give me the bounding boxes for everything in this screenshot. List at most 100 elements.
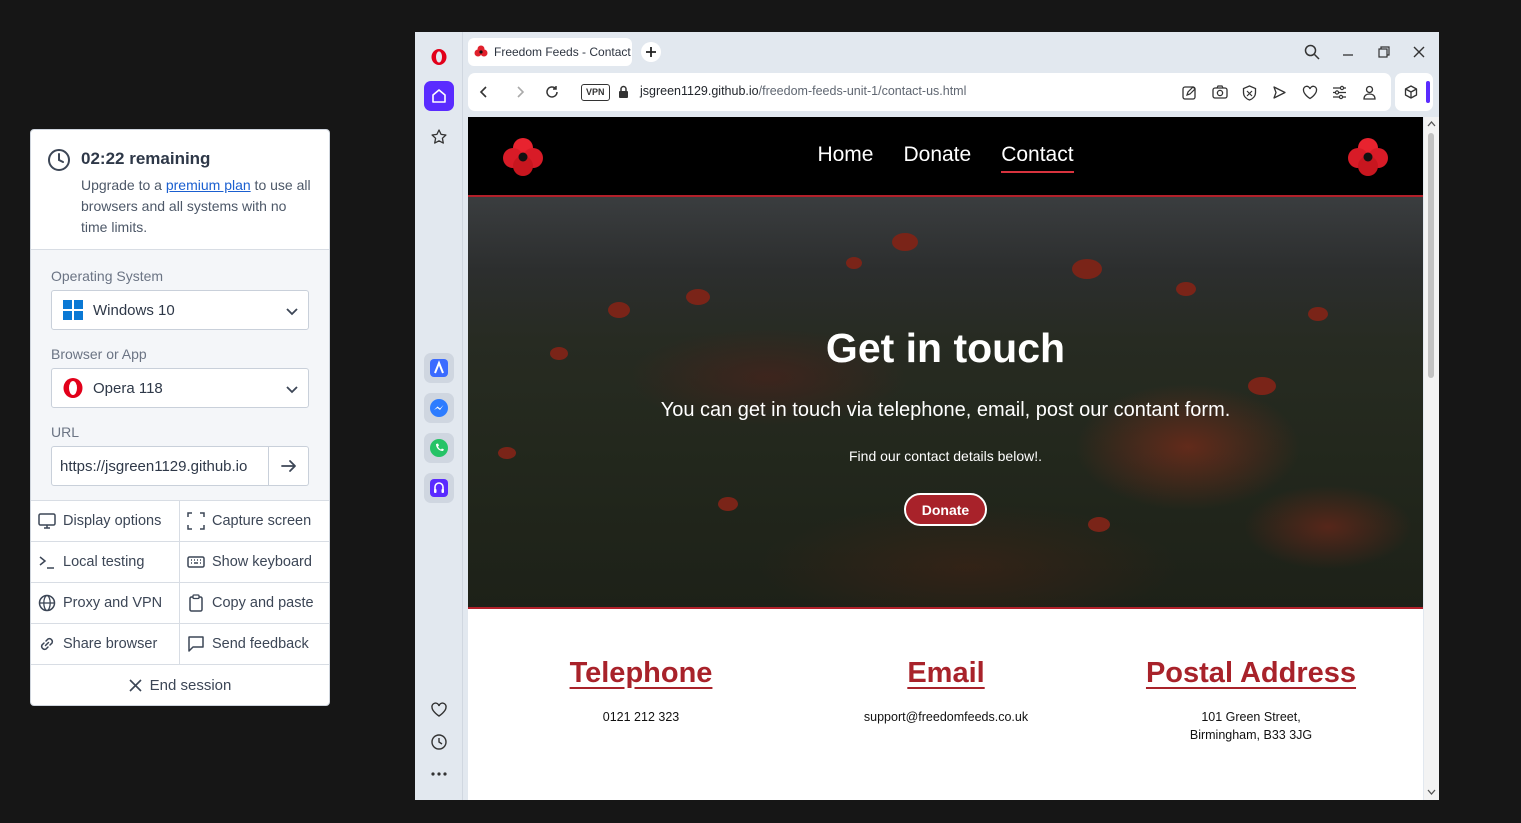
hero-small-text: Find our contact details below!.: [849, 448, 1042, 464]
url-host: jsgreen1129.github.io: [640, 84, 759, 98]
close-window-icon[interactable]: [1409, 42, 1429, 62]
os-select[interactable]: Windows 10: [51, 290, 309, 330]
go-button[interactable]: [269, 446, 309, 486]
capture-screen-label: Capture screen: [212, 513, 312, 529]
address-column: Postal Address 101 Green Street, Birmingh…: [1101, 657, 1401, 744]
end-session-button[interactable]: End session: [31, 665, 329, 705]
send-feedback-button[interactable]: Send feedback: [180, 624, 329, 665]
extensions-box: [1395, 73, 1433, 111]
proxy-vpn-button[interactable]: Proxy and VPN: [31, 583, 180, 624]
adblock-icon[interactable]: [1240, 83, 1259, 102]
new-tab-button[interactable]: [641, 42, 661, 62]
site-nav-links: Home Donate Contact: [468, 143, 1423, 173]
poppy-decoration: [718, 497, 738, 511]
os-label: Operating System: [51, 268, 164, 284]
tab-title: Freedom Feeds - Contact: [494, 45, 631, 59]
poppy-favicon-icon: [474, 45, 488, 57]
plus-icon: [646, 47, 656, 57]
aria-icon[interactable]: [424, 353, 454, 383]
messenger-icon[interactable]: [424, 393, 454, 423]
title-bar: Freedom Feeds - Contact: [463, 32, 1439, 70]
browser-value: Opera 118: [93, 379, 163, 397]
url-text[interactable]: jsgreen1129.github.io/freedom-feeds-unit…: [640, 84, 966, 98]
poppy-decoration: [1308, 307, 1328, 321]
browser-select[interactable]: Opera 118: [51, 368, 309, 408]
history-icon[interactable]: [424, 727, 454, 757]
capture-screen-button[interactable]: Capture screen: [180, 501, 329, 542]
back-icon[interactable]: [475, 83, 493, 101]
poppy-decoration: [892, 233, 918, 251]
snapshot-icon[interactable]: [1210, 83, 1229, 102]
address-line1: 101 Green Street,: [1201, 710, 1301, 724]
premium-plan-link[interactable]: premium plan: [166, 177, 251, 193]
display-options-button[interactable]: Display options: [31, 501, 180, 542]
profile-icon[interactable]: [1360, 83, 1379, 102]
opera-menu-icon[interactable]: [424, 42, 454, 72]
action-grid: Display options Capture screen Local tes…: [31, 501, 329, 665]
show-keyboard-label: Show keyboard: [212, 554, 312, 570]
edit-icon[interactable]: [1180, 83, 1199, 102]
upgrade-text: Upgrade to a premium plan to use all bro…: [81, 175, 315, 238]
hero-title: Get in touch: [825, 325, 1066, 371]
page-scrollbar[interactable]: [1424, 117, 1439, 800]
poppy-decoration: [1248, 377, 1276, 395]
whatsapp-icon[interactable]: [424, 433, 454, 463]
poppy-decoration: [1088, 517, 1110, 532]
reload-icon[interactable]: [543, 83, 561, 101]
home-icon[interactable]: [424, 81, 454, 111]
lock-icon[interactable]: [618, 85, 629, 99]
opera-icon: [62, 377, 84, 399]
star-icon[interactable]: [424, 122, 454, 152]
nav-donate-link[interactable]: Donate: [903, 143, 971, 173]
browser-tab[interactable]: Freedom Feeds - Contact: [468, 38, 632, 66]
opera-sidebar: [415, 32, 463, 800]
copy-paste-label: Copy and paste: [212, 595, 314, 611]
scroll-up-icon[interactable]: [1427, 120, 1436, 127]
keyboard-icon: [187, 556, 205, 568]
end-session-label: End session: [149, 676, 232, 694]
restore-icon[interactable]: [1374, 42, 1394, 62]
address-line2: Birmingham, B33 3JG: [1189, 728, 1313, 742]
email-column: Email support@freedomfeeds.co.uk: [796, 657, 1096, 726]
sidebar-toggle-indicator[interactable]: [1426, 81, 1430, 103]
bookmark-heart-icon[interactable]: [1300, 83, 1319, 102]
heart-icon[interactable]: [424, 695, 454, 725]
nav-home-link[interactable]: Home: [817, 143, 873, 173]
vpn-badge[interactable]: VPN: [581, 84, 610, 101]
share-browser-label: Share browser: [63, 636, 158, 652]
easy-setup-icon[interactable]: [1330, 83, 1349, 102]
browser-label: Browser or App: [51, 346, 147, 362]
local-testing-button[interactable]: Local testing: [31, 542, 180, 583]
show-keyboard-button[interactable]: Show keyboard: [180, 542, 329, 583]
terminal-icon: [39, 556, 54, 569]
close-icon: [129, 678, 142, 692]
forward-icon[interactable]: [511, 83, 529, 101]
url-label: URL: [51, 424, 80, 440]
time-remaining: 02:22 remaining: [81, 149, 211, 168]
monitor-icon: [38, 513, 56, 529]
donate-button[interactable]: Donate: [904, 493, 987, 526]
clock-icon: [48, 149, 70, 171]
telephone-value: 0121 212 323: [602, 710, 680, 724]
flow-send-icon[interactable]: [1270, 83, 1289, 102]
email-heading: Email: [907, 657, 985, 689]
minimize-icon[interactable]: [1338, 42, 1358, 62]
more-icon[interactable]: [424, 759, 454, 789]
extensions-cube-icon[interactable]: [1404, 85, 1418, 99]
poppy-logo-icon: [1348, 138, 1388, 176]
address-heading: Postal Address: [1145, 657, 1357, 689]
link-icon: [40, 637, 54, 651]
url-input[interactable]: [51, 446, 269, 486]
scroll-down-icon[interactable]: [1427, 789, 1436, 796]
upgrade-prefix: Upgrade to a: [81, 177, 166, 193]
telephone-heading: Telephone: [569, 657, 713, 689]
music-player-icon[interactable]: [424, 473, 454, 503]
scrollbar-thumb[interactable]: [1428, 133, 1434, 378]
copy-paste-button[interactable]: Copy and paste: [180, 583, 329, 624]
page-viewport: Home Donate Contact Get in touch You can…: [468, 117, 1423, 800]
share-browser-button[interactable]: Share browser: [31, 624, 180, 665]
search-tabs-icon[interactable]: [1302, 42, 1322, 62]
proxy-vpn-label: Proxy and VPN: [63, 595, 163, 611]
nav-contact-link[interactable]: Contact: [1001, 143, 1074, 173]
display-options-label: Display options: [63, 513, 162, 529]
